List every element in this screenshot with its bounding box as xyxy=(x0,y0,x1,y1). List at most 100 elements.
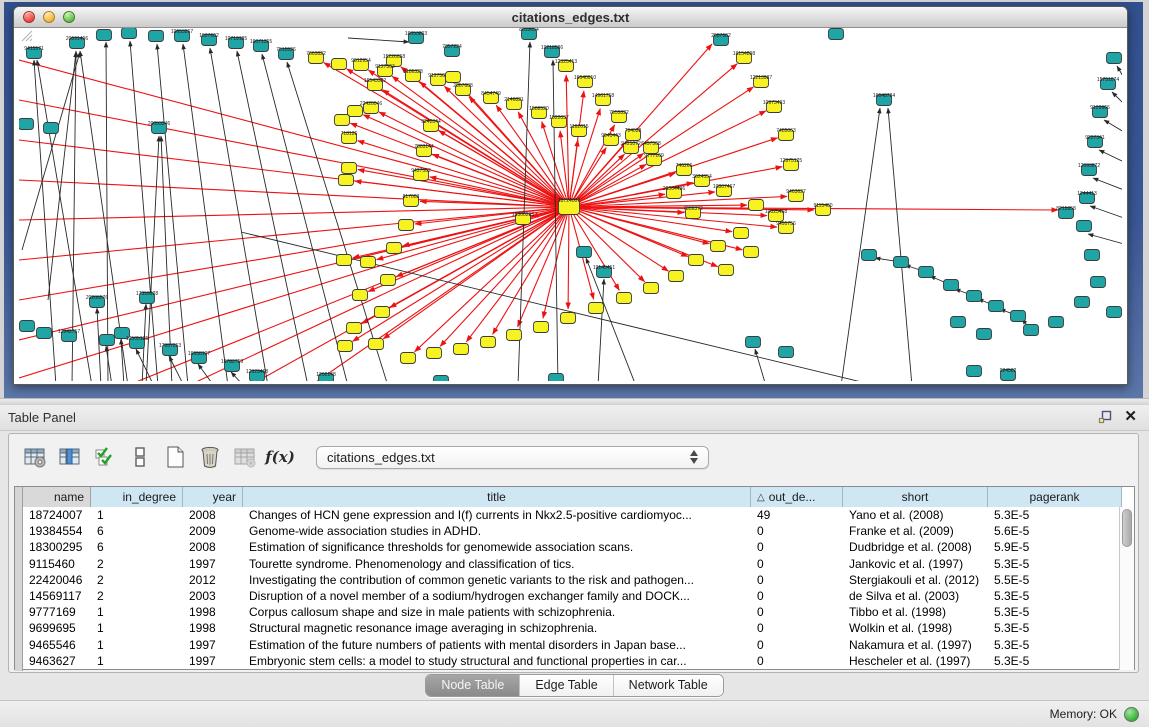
graph-node-teal[interactable] xyxy=(862,250,877,261)
graph-node-yellow[interactable] xyxy=(387,243,402,254)
table-cell-pagerank[interactable]: 5.3E-5 xyxy=(988,620,1122,636)
table-cell-in-degree[interactable]: 2 xyxy=(91,588,183,604)
table-cell-in-degree[interactable]: 2 xyxy=(91,556,183,572)
graph-node-teal[interactable] xyxy=(989,301,1004,312)
table-cell-year[interactable]: 2003 xyxy=(183,588,243,604)
graph-node-yellow[interactable]: 18724007 xyxy=(558,198,580,215)
graph-node-yellow[interactable] xyxy=(719,265,734,276)
table-cell-in-degree[interactable]: 1 xyxy=(91,604,183,620)
table-cell-year[interactable]: 1997 xyxy=(183,637,243,653)
table-cell-year[interactable]: 2008 xyxy=(183,507,243,523)
table-cell-name[interactable]: 18300295 xyxy=(23,539,91,555)
graph-node-teal[interactable]: 2087682 xyxy=(711,33,731,46)
graph-node-teal[interactable] xyxy=(967,366,982,377)
select-rows-icon[interactable] xyxy=(92,444,118,470)
graph-node-yellow[interactable] xyxy=(427,348,442,359)
table-cell-name[interactable]: 9699695 xyxy=(23,620,91,636)
graph-node-yellow[interactable] xyxy=(744,247,759,258)
table-cell-title[interactable]: Corpus callosum shape and size in male p… xyxy=(243,604,751,620)
vertical-scrollbar[interactable] xyxy=(1119,507,1134,670)
graph-node-teal[interactable] xyxy=(37,328,52,339)
graph-node-yellow[interactable]: 1522037 xyxy=(549,115,569,128)
graph-node-teal[interactable]: 16071355 xyxy=(250,39,272,52)
table-cell-name[interactable]: 9777169 xyxy=(23,604,91,620)
new-column-icon[interactable] xyxy=(162,444,188,470)
table-cell-in-degree[interactable]: 1 xyxy=(91,620,183,636)
table-cell-pagerank[interactable]: 5.5E-5 xyxy=(988,572,1122,588)
graph-node-teal[interactable]: 9227341 xyxy=(1085,135,1105,148)
table-cell-name[interactable]: 9463627 xyxy=(23,653,91,669)
graph-node-yellow[interactable] xyxy=(446,72,461,83)
table-cell-name[interactable]: 18724007 xyxy=(23,507,91,523)
table-row[interactable]: 977716911998Corpus callosum shape and si… xyxy=(23,604,1122,620)
table-row[interactable]: 946554611997Estimation of the future num… xyxy=(23,637,1122,653)
graph-node-teal[interactable] xyxy=(746,337,761,348)
graph-node-teal[interactable] xyxy=(1091,277,1106,288)
table-cell-in-degree[interactable]: 2 xyxy=(91,572,183,588)
table-cell-title[interactable]: Estimation of the future numbers of pati… xyxy=(243,637,751,653)
graph-node-yellow[interactable] xyxy=(381,275,396,286)
table-cell-short[interactable]: Stergiakouli et al. (2012) xyxy=(843,572,988,588)
graph-node-yellow[interactable]: 10807467 xyxy=(713,184,735,197)
table-cell-pagerank[interactable]: 5.3E-5 xyxy=(988,604,1122,620)
graph-node-teal[interactable] xyxy=(1077,221,1092,232)
column-header-year[interactable]: year xyxy=(183,487,243,507)
column-header-title[interactable]: title xyxy=(243,487,751,507)
network-canvas[interactable]: 9912954152260589127503818632891275081654… xyxy=(19,28,1122,381)
graph-node-teal[interactable] xyxy=(967,291,982,302)
graph-node-yellow[interactable]: 7986372 xyxy=(683,206,703,219)
graph-node-yellow[interactable] xyxy=(749,200,764,211)
table-cell-title[interactable]: Investigating the contribution of common… xyxy=(243,572,751,588)
graph-node-yellow[interactable] xyxy=(689,255,704,266)
table-cell-in-degree[interactable]: 6 xyxy=(91,539,183,555)
graph-node-teal[interactable]: 17957253 xyxy=(159,343,181,356)
graph-node-yellow[interactable]: 9421072 xyxy=(621,141,641,154)
graph-node-yellow[interactable]: 9777169 xyxy=(644,153,664,166)
graph-node-teal[interactable]: 20206576 xyxy=(86,295,108,308)
table-cell-pagerank[interactable]: 5.3E-5 xyxy=(988,556,1122,572)
citation-network-graph[interactable]: 9912954152260589127503818632891275081654… xyxy=(19,28,1122,381)
table-cell-year[interactable]: 1998 xyxy=(183,604,243,620)
table-cell-title[interactable]: Genome-wide association studies in ADHD. xyxy=(243,523,751,539)
graph-node-yellow[interactable] xyxy=(454,344,469,355)
graph-node-yellow[interactable]: 9127508 xyxy=(428,73,448,86)
table-row[interactable]: 2242004622012Investigating the contribut… xyxy=(23,572,1122,588)
graph-node-yellow[interactable]: 817003 xyxy=(403,194,420,207)
graph-node-teal[interactable] xyxy=(1075,297,1090,308)
graph-node-teal[interactable]: 8813054 xyxy=(519,28,539,40)
network-window-titlebar[interactable]: citations_edges.txt xyxy=(14,7,1127,28)
graph-node-yellow[interactable]: 10973493 xyxy=(763,100,785,113)
table-cell-year[interactable]: 1997 xyxy=(183,653,243,669)
graph-node-yellow[interactable] xyxy=(617,293,632,304)
table-cell-title[interactable]: Structural magnetic resonance image aver… xyxy=(243,620,751,636)
graph-node-yellow[interactable]: 3624554 xyxy=(692,174,712,187)
column-header-name[interactable]: name xyxy=(23,487,91,507)
graph-node-yellow[interactable]: 7803144 xyxy=(414,144,434,157)
graph-node-teal[interactable] xyxy=(944,280,959,291)
table-cell-title[interactable]: Disruption of a novel member of a sodium… xyxy=(243,588,751,604)
table-cell-out-de-[interactable]: 0 xyxy=(751,539,843,555)
panel-splitter[interactable] xyxy=(0,398,1149,405)
network-view-window[interactable]: citations_edges.txt 99129541522605891275… xyxy=(13,6,1128,385)
tab-edge-table[interactable]: Edge Table xyxy=(520,675,613,696)
table-row[interactable]: 1456911722003Disruption of a novel membe… xyxy=(23,588,1122,604)
graph-node-teal[interactable]: 17359928 xyxy=(136,291,158,304)
table-cell-year[interactable]: 1997 xyxy=(183,556,243,572)
graph-node-yellow[interactable]: 7955822 xyxy=(609,110,629,123)
table-cell-name[interactable]: 9465546 xyxy=(23,637,91,653)
table-cell-pagerank[interactable]: 5.9E-5 xyxy=(988,539,1122,555)
graph-node-teal[interactable]: 1202148 xyxy=(316,372,336,381)
graph-node-yellow[interactable] xyxy=(481,337,496,348)
table-cell-pagerank[interactable]: 5.3E-5 xyxy=(988,653,1122,669)
graph-node-teal[interactable] xyxy=(44,123,59,134)
graph-node-teal[interactable] xyxy=(1024,325,1039,336)
graph-node-teal[interactable]: 12093872 xyxy=(1078,163,1100,176)
table-cell-short[interactable]: Yano et al. (2008) xyxy=(843,507,988,523)
table-cell-name[interactable]: 22420046 xyxy=(23,572,91,588)
graph-node-teal[interactable] xyxy=(434,376,449,382)
graph-node-teal[interactable] xyxy=(149,31,164,42)
graph-node-yellow[interactable]: 1588520 xyxy=(529,106,549,119)
graph-node-teal[interactable] xyxy=(122,28,137,39)
table-cell-pagerank[interactable]: 5.6E-5 xyxy=(988,523,1122,539)
graph-node-yellow[interactable]: 9912954 xyxy=(351,58,371,71)
